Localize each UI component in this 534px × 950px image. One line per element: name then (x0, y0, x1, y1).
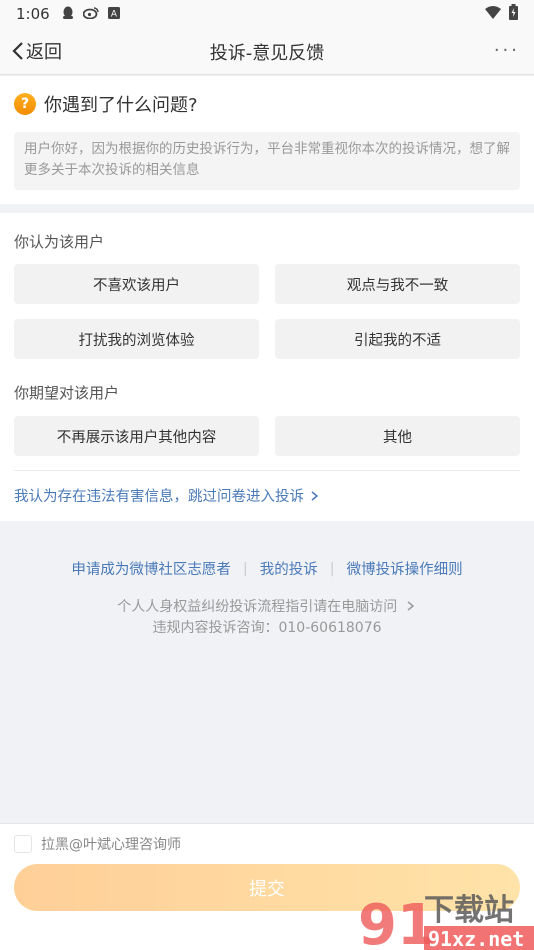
question-title: 你遇到了什么问题? (44, 95, 198, 116)
watermark-title: 下载站 (424, 893, 514, 928)
option-disagree-views[interactable]: 观点与我不一致 (275, 264, 520, 304)
hotline-text: 违规内容投诉咨询：010-60618076 (152, 620, 382, 636)
block-user-option[interactable]: 拉黑@叶斌心理咨询师 (14, 834, 181, 854)
block-user-checkbox[interactable] (14, 835, 32, 853)
chevron-right-icon (311, 490, 319, 501)
section-label-expectation: 你期望对该用户 (14, 384, 120, 402)
watermark-domain: 91xz.net (428, 927, 524, 950)
my-complaints-link[interactable]: 我的投诉 (260, 558, 318, 579)
separator: | (329, 560, 335, 577)
wifi-icon (485, 5, 501, 23)
status-bar: 1:06 A (0, 0, 534, 28)
back-label: 返回 (26, 42, 62, 63)
chevron-left-icon (12, 42, 23, 60)
complaint-rules-link[interactable]: 微博投诉操作细则 (347, 558, 463, 579)
more-icon[interactable]: ··· (494, 40, 520, 61)
question-card: ? 你遇到了什么问题? 用户你好，因为根据你的历史投诉行为，平台非常重视你本次的… (0, 76, 534, 204)
option-causes-discomfort[interactable]: 引起我的不适 (275, 319, 520, 359)
back-button[interactable]: 返回 (12, 38, 62, 64)
battery-icon (509, 4, 518, 24)
section-label-opinion: 你认为该用户 (14, 233, 105, 251)
skip-survey-link[interactable]: 我认为存在违法有害信息，跳过问卷进入投诉 (14, 485, 321, 506)
qq-icon (62, 6, 74, 23)
page-title: 投诉-意见反馈 (209, 43, 325, 64)
a-icon: A (107, 6, 120, 22)
personal-rights-guide-link[interactable]: 个人人身权益纠纷投诉流程指引请在电脑访问 (0, 596, 534, 616)
skip-survey-label: 我认为存在违法有害信息，跳过问卷进入投诉 (14, 489, 304, 505)
status-time: 1:06 (16, 5, 50, 23)
divider (14, 470, 520, 471)
history-hint: 用户你好，因为根据你的历史投诉行为，平台非常重视你本次的投诉情况，想了解更多关于… (14, 132, 520, 190)
option-disturb-browsing[interactable]: 打扰我的浏览体验 (14, 319, 259, 359)
question-header: ? 你遇到了什么问题? (14, 91, 198, 117)
survey-card: 你认为该用户 不喜欢该用户 观点与我不一致 打扰我的浏览体验 引起我的不适 你期… (0, 213, 534, 521)
option-hide-content[interactable]: 不再展示该用户其他内容 (14, 416, 259, 456)
chevron-right-icon (407, 601, 414, 611)
svg-text:A: A (111, 9, 118, 19)
question-mark-icon: ? (14, 93, 36, 115)
option-other[interactable]: 其他 (275, 416, 520, 456)
block-user-label: 拉黑@叶斌心理咨询师 (41, 837, 181, 853)
footer-links: 申请成为微博社区志愿者 | 我的投诉 | 微博投诉操作细则 (0, 558, 534, 579)
volunteer-link[interactable]: 申请成为微博社区志愿者 (71, 558, 231, 579)
nav-bar: 返回 投诉-意见反馈 ··· (0, 28, 534, 75)
separator: | (242, 560, 248, 577)
option-dislike-user[interactable]: 不喜欢该用户 (14, 264, 259, 304)
watermark: 91 下载站 91xz.net (358, 893, 534, 950)
weibo-icon (82, 6, 99, 22)
guide-label: 个人人身权益纠纷投诉流程指引请在电脑访问 (117, 599, 398, 615)
